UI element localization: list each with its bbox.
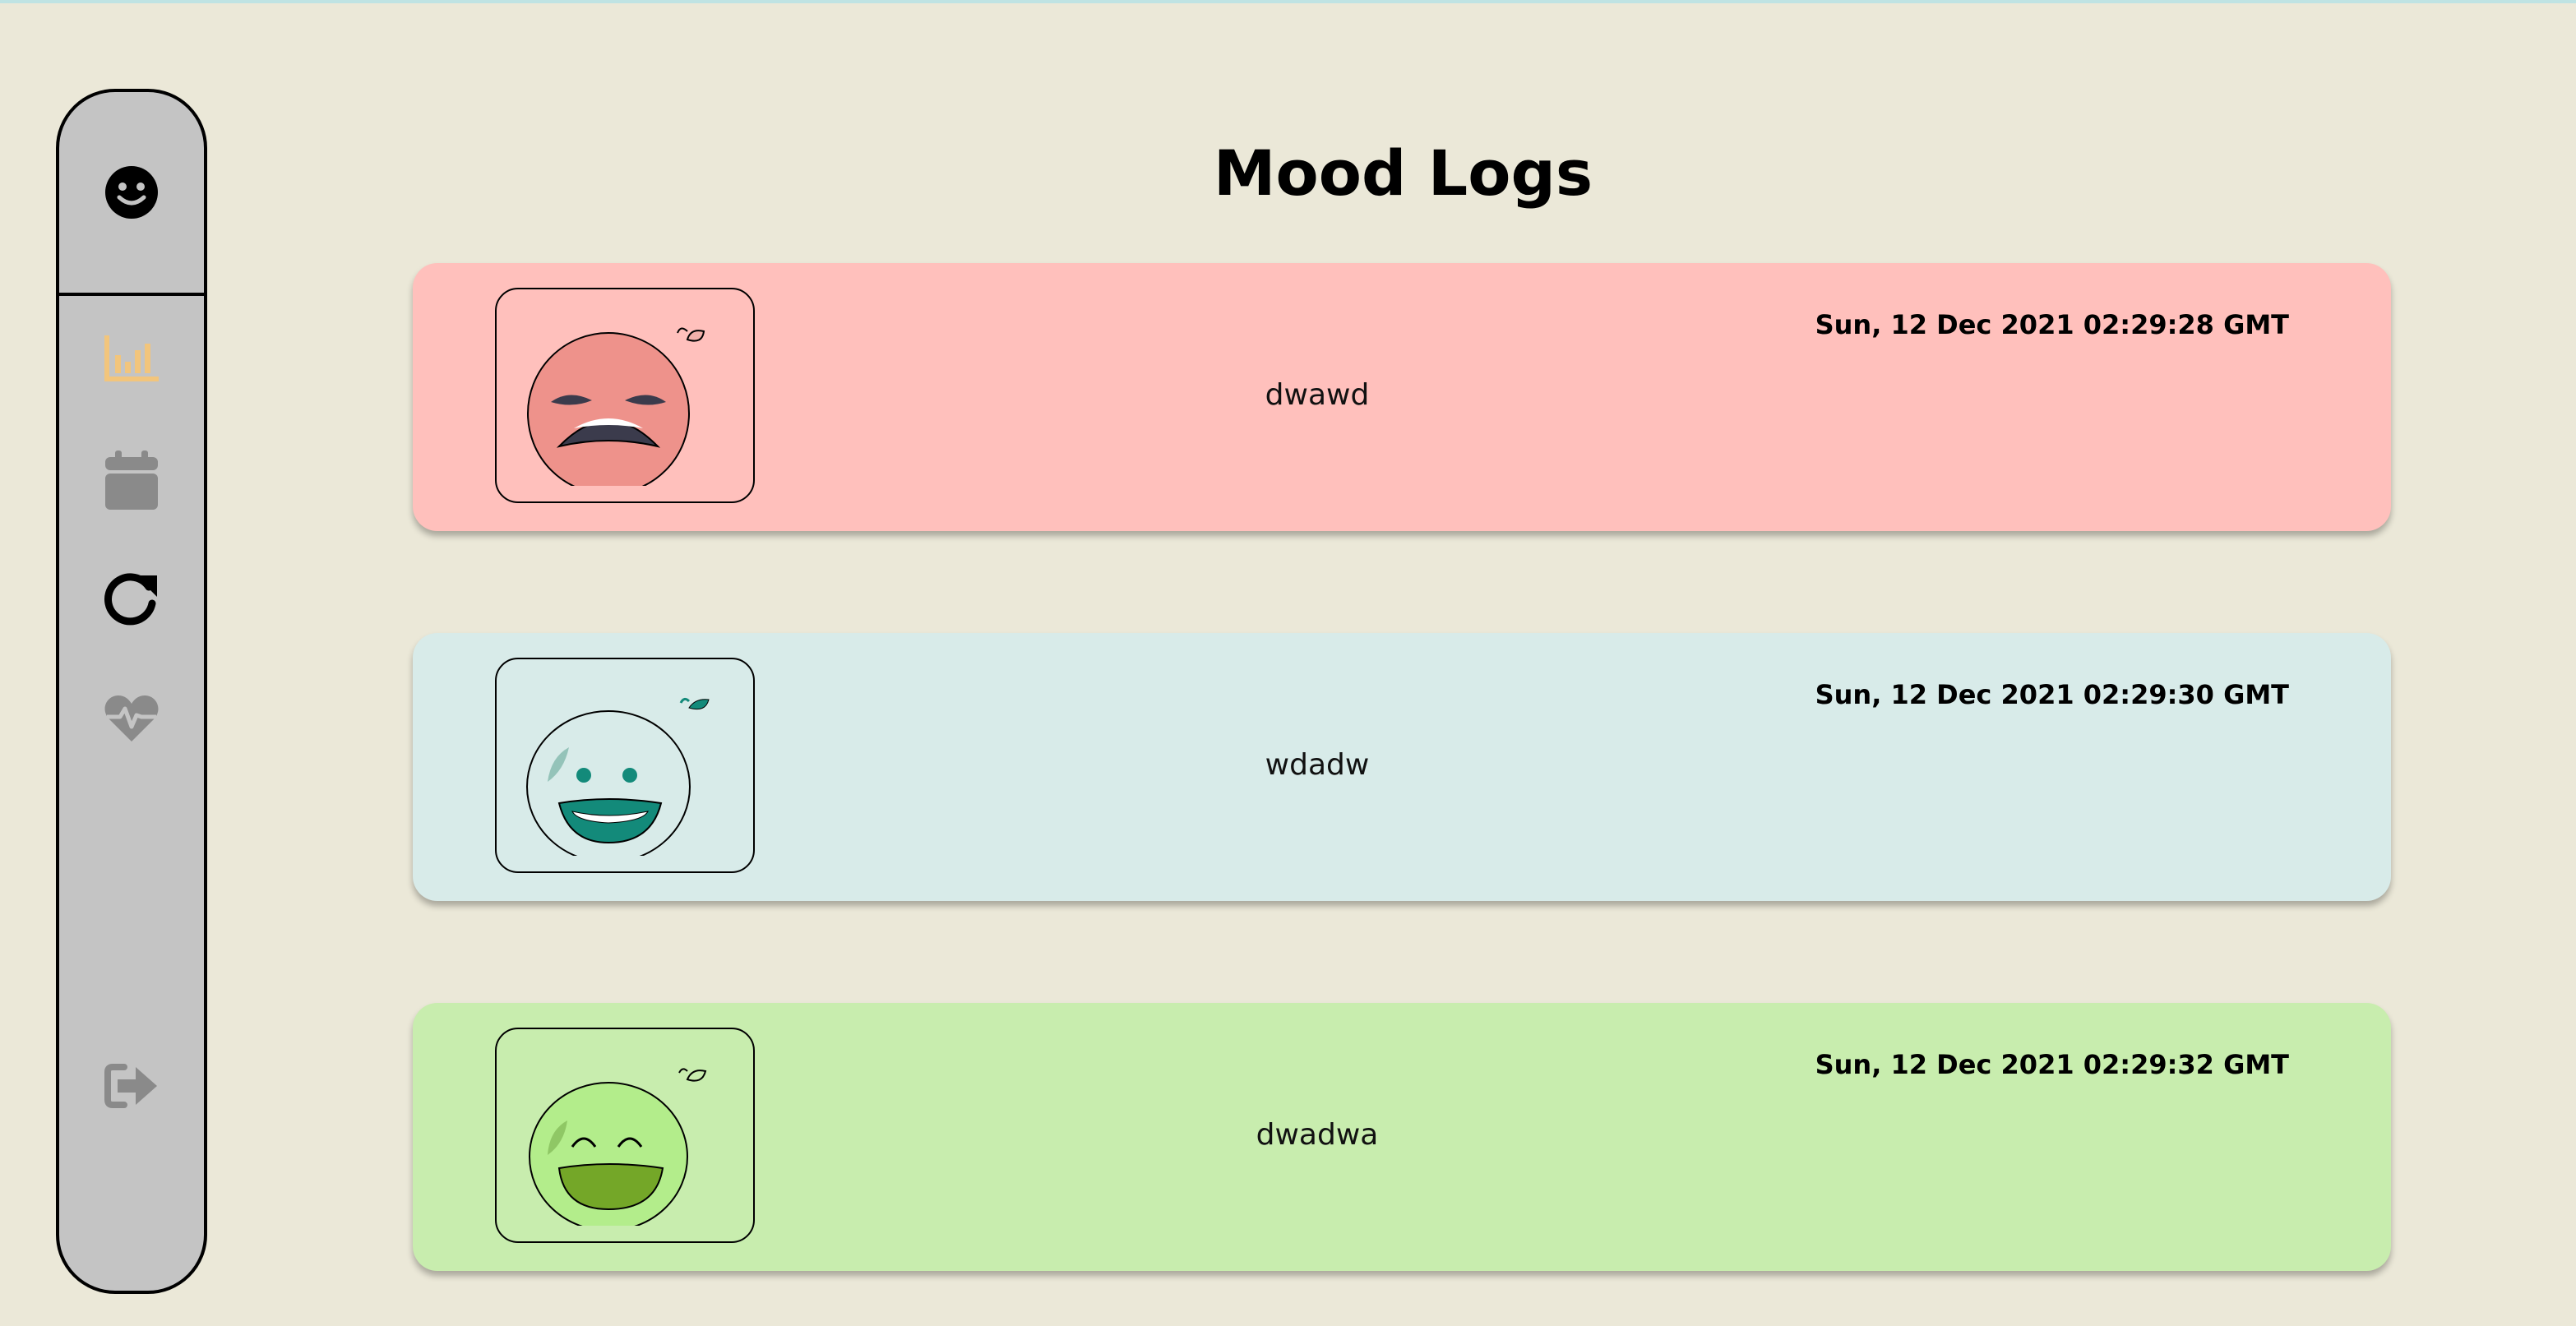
mood-emoji-frame [495,658,755,873]
mood-timestamp: Sun, 12 Dec 2021 02:29:30 GMT [1815,679,2289,710]
logout-icon[interactable] [104,1064,159,1108]
mood-timestamp: Sun, 12 Dec 2021 02:29:28 GMT [1815,309,2289,340]
mood-emoji-frame [495,288,755,503]
mood-log-card[interactable]: wdadw Sun, 12 Dec 2021 02:29:30 GMT [413,633,2391,901]
mood-note: dwawd [1265,378,1370,412]
joyful-face-icon [529,1068,707,1226]
mood-log-card[interactable]: dwawd Sun, 12 Dec 2021 02:29:28 GMT [413,263,2391,531]
happy-face-icon [526,697,710,856]
sidebar-nav [56,89,207,1294]
analytics-chart-icon[interactable] [104,335,159,381]
mood-note: dwadwa [1256,1118,1379,1152]
angry-face-icon [527,327,705,486]
heart-pulse-icon[interactable] [104,694,160,743]
top-border [0,0,2576,3]
mood-log-card[interactable]: dwadwa Sun, 12 Dec 2021 02:29:32 GMT [413,1003,2391,1271]
mood-timestamp: Sun, 12 Dec 2021 02:29:32 GMT [1815,1049,2289,1080]
mood-emoji-frame [495,1028,755,1243]
mood-note: wdadw [1265,748,1370,782]
refresh-icon[interactable] [103,569,160,626]
calendar-icon[interactable] [105,450,158,510]
page-title: Mood Logs [1213,136,1593,210]
